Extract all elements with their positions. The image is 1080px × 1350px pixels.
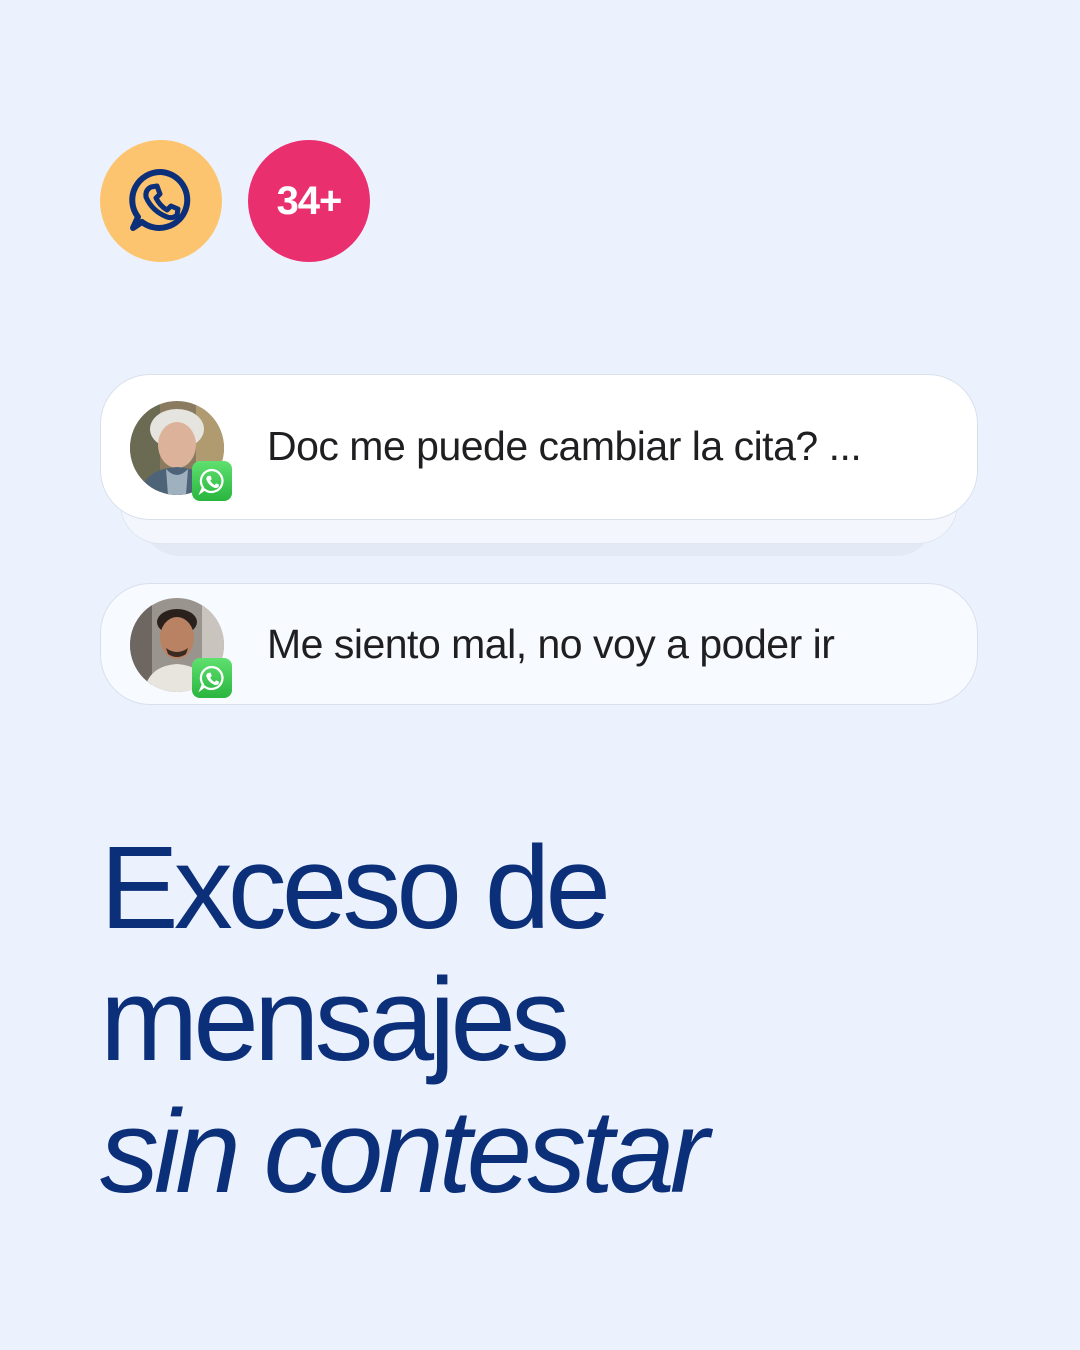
message-text: Doc me puede cambiar la cita? ... xyxy=(267,423,862,469)
avatar-container xyxy=(130,401,232,501)
message-card[interactable]: Me siento mal, no voy a poder ir xyxy=(100,583,978,705)
whatsapp-icon xyxy=(129,168,191,231)
whatsapp-badge xyxy=(192,461,232,501)
whatsapp-icon xyxy=(198,468,224,495)
avatar-container xyxy=(130,598,232,698)
message-text: Me siento mal, no voy a poder ir xyxy=(267,621,835,667)
headline-line-2: mensajes xyxy=(100,954,570,1086)
whatsapp-badge xyxy=(192,658,232,698)
unread-count-label: 34+ xyxy=(276,178,343,223)
headline-line-3: sin contestar xyxy=(100,1086,709,1218)
whatsapp-icon xyxy=(198,665,224,692)
whatsapp-circle xyxy=(100,140,222,262)
headline-line-1: Exceso de xyxy=(100,822,611,954)
unread-count-badge: 34+ xyxy=(248,140,370,262)
headline: Exceso de mensajes sin contestar xyxy=(100,822,709,1218)
message-card[interactable]: Doc me puede cambiar la cita? ... xyxy=(100,374,978,520)
